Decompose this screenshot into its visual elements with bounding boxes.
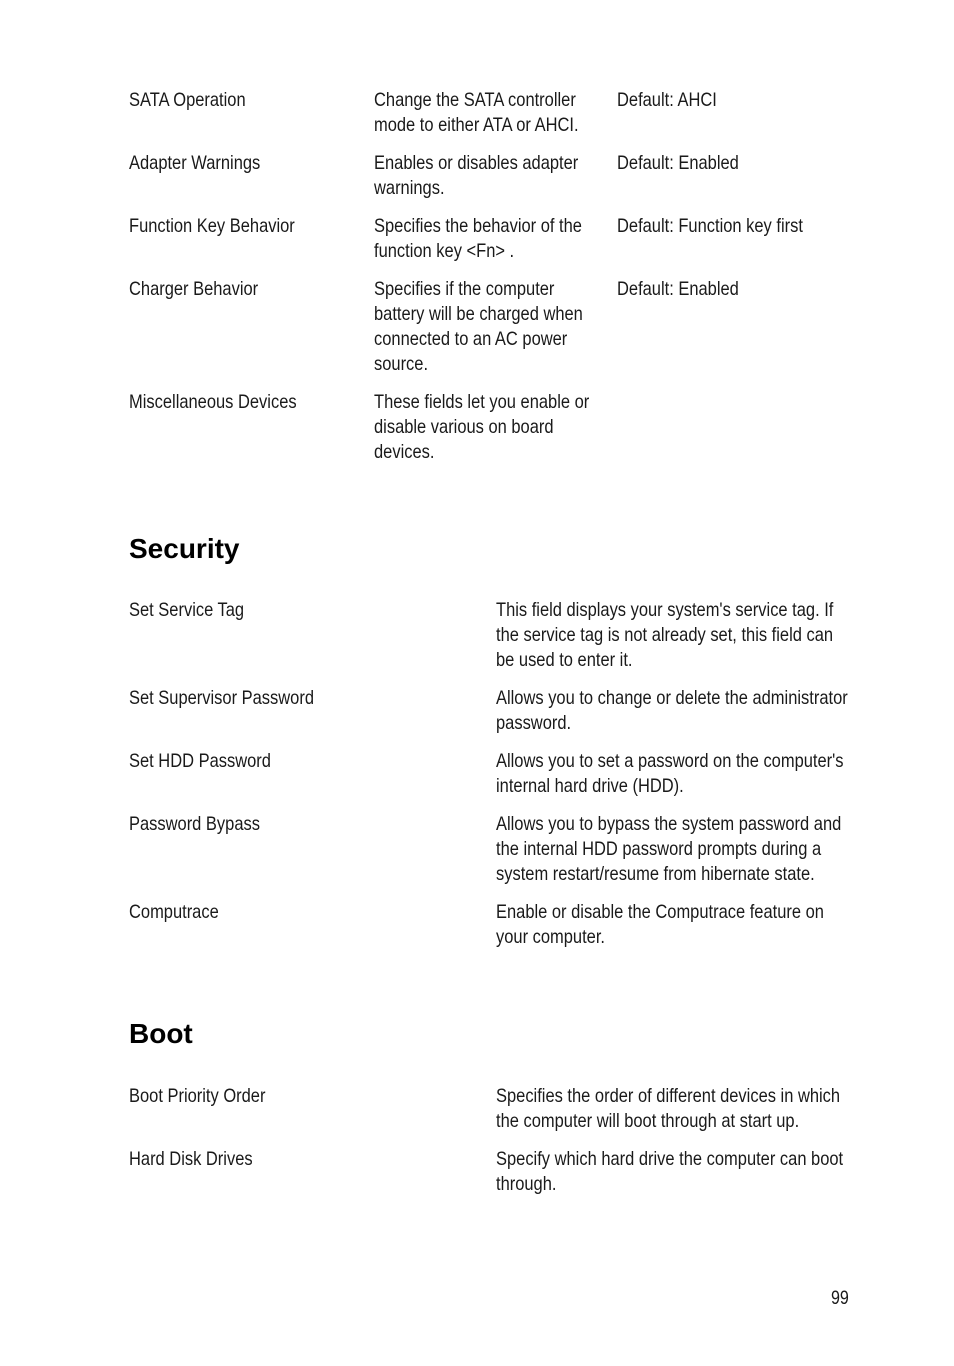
row-default: Default: Enabled — [617, 277, 917, 302]
row-term-text: Set Supervisor Password — [129, 687, 315, 709]
page-number-value: 99 — [830, 1288, 849, 1309]
row-term-text: Password Bypass — [129, 813, 260, 835]
table-row: Miscellaneous Devices These fields let yo… — [0, 390, 954, 463]
row-term-text: SATA Operation — [129, 89, 246, 111]
row-description: Allows you to set a password on the comp… — [496, 749, 916, 799]
table-row: Set Service Tag This field displays your … — [0, 598, 954, 671]
row-description-text: Enables or disables adapter warnings. — [374, 152, 583, 199]
row-term-text: Function Key Behavior — [129, 215, 295, 237]
row-description-text: Specify which hard drive the computer ca… — [496, 1148, 848, 1195]
row-description: Allows you to bypass the system password… — [496, 812, 916, 887]
section-heading-boot-label: Boot — [129, 1018, 193, 1049]
row-description: Change the SATA controller mode to eithe… — [374, 88, 636, 138]
row-description-text: These fields let you enable or disable v… — [374, 391, 594, 463]
row-description-text: This field displays your system's servic… — [496, 599, 838, 671]
table-row: Adapter Warnings Enables or disables adap… — [0, 151, 954, 199]
page-number: 99 — [831, 1288, 852, 1310]
row-description: This field displays your system's servic… — [496, 598, 916, 673]
row-description: Allows you to change or delete the admin… — [496, 686, 916, 736]
row-default: Default: Enabled — [617, 151, 917, 176]
row-description-text: Change the SATA controller mode to eithe… — [374, 89, 581, 136]
section-heading-boot: Boot — [129, 1019, 193, 1049]
row-term: Hard Disk Drives — [129, 1147, 549, 1172]
row-description: Specifies the order of different devices… — [496, 1084, 916, 1134]
row-description-text: Specifies the order of different devices… — [496, 1085, 845, 1132]
table-row: Set Supervisor Password Allows you to cha… — [0, 686, 954, 734]
row-description: These fields let you enable or disable v… — [374, 390, 636, 465]
section-heading-security-label: Security — [129, 533, 240, 564]
row-description-text: Allows you to change or delete the admin… — [496, 687, 853, 734]
table-row: Charger Behavior Specifies if the compute… — [0, 277, 954, 375]
row-description: Specifies if the computer battery will b… — [374, 277, 636, 377]
table-row: Hard Disk Drives Specify which hard drive… — [0, 1147, 954, 1195]
row-term-text: Miscellaneous Devices — [129, 391, 297, 413]
row-default: Default: Function key first — [617, 214, 917, 239]
row-term-text: Boot Priority Order — [129, 1085, 266, 1107]
row-term-text: Set Service Tag — [129, 599, 245, 621]
row-term: Boot Priority Order — [129, 1084, 549, 1109]
row-default: Default: AHCI — [617, 88, 917, 113]
table-row: SATA Operation Change the SATA controller… — [0, 88, 954, 136]
row-term-text: Set HDD Password — [129, 750, 271, 772]
row-term: Set Service Tag — [129, 598, 549, 623]
row-description: Specifies the behavior of the function k… — [374, 214, 636, 264]
row-default-text: Default: AHCI — [617, 89, 717, 111]
row-description-text: Specifies if the computer battery will b… — [374, 278, 588, 375]
table-row: Computrace Enable or disable the Computra… — [0, 900, 954, 948]
row-default-text: Default: Enabled — [617, 152, 739, 174]
row-description: Enable or disable the Computrace feature… — [496, 900, 916, 950]
row-term-text: Charger Behavior — [129, 278, 259, 300]
table-row: Password Bypass Allows you to bypass the … — [0, 812, 954, 885]
table-row: Set HDD Password Allows you to set a pass… — [0, 749, 954, 797]
row-term: Password Bypass — [129, 812, 549, 837]
row-description: Enables or disables adapter warnings. — [374, 151, 636, 201]
row-description-text: Enable or disable the Computrace feature… — [496, 901, 829, 948]
row-term-text: Adapter Warnings — [129, 152, 261, 174]
row-term: Computrace — [129, 900, 549, 925]
document-page: SATA Operation Change the SATA controller… — [0, 0, 954, 1366]
row-description-text: Allows you to set a password on the comp… — [496, 750, 849, 797]
row-term-text: Hard Disk Drives — [129, 1148, 253, 1170]
row-description-text: Specifies the behavior of the function k… — [374, 215, 587, 262]
row-default-text: Default: Enabled — [617, 278, 739, 300]
row-default-text: Default: Function key first — [617, 215, 803, 237]
row-term: Set HDD Password — [129, 749, 549, 774]
table-row: Function Key Behavior Specifies the behav… — [0, 214, 954, 262]
row-description: Specify which hard drive the computer ca… — [496, 1147, 916, 1197]
table-row: Boot Priority Order Specifies the order o… — [0, 1084, 954, 1132]
row-term-text: Computrace — [129, 901, 219, 923]
row-description-text: Allows you to bypass the system password… — [496, 813, 846, 885]
section-heading-security: Security — [129, 534, 240, 564]
row-term: Set Supervisor Password — [129, 686, 549, 711]
